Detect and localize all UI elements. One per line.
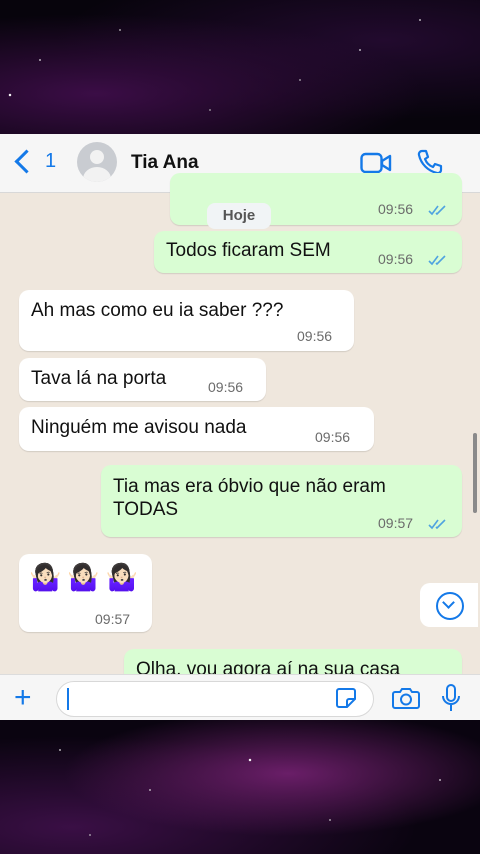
microphone-icon[interactable] [440,683,462,713]
message-input-bar: + [0,674,480,720]
message-bubble-incoming[interactable]: Ninguém me avisou nada 09:56 [19,407,374,451]
message-time: 09:56 [315,429,351,445]
sticker-icon[interactable] [335,687,357,709]
message-emoji: 🤷🏻‍♀️🤷🏻‍♀️🤷🏻‍♀️ [29,562,145,592]
chat-messages: 09:56 Hoje Todos ficaram SEM 09:56 Ah ma… [0,173,480,693]
camera-icon[interactable] [392,686,420,710]
back-unread-count: 1 [45,150,57,172]
video-call-icon[interactable] [360,152,392,174]
message-time: 09:56 [378,251,414,267]
message-time: 09:56 [378,201,414,217]
back-button[interactable]: 1 [12,149,57,174]
avatar-head [90,150,104,164]
message-time: 09:56 [297,328,333,344]
background-bottom [0,720,480,854]
avatar[interactable] [77,142,117,182]
message-bubble-incoming[interactable]: 🤷🏻‍♀️🤷🏻‍♀️🤷🏻‍♀️ 09:57 [19,554,152,632]
date-pill: Hoje [207,203,271,229]
contact-name[interactable]: Tia Ana [131,152,199,174]
background-top [0,0,480,134]
message-text: Ah mas como eu ia saber ??? [31,300,284,321]
phone-call-icon[interactable] [416,148,444,176]
plus-icon[interactable]: + [14,683,32,713]
scrollbar[interactable] [473,433,477,513]
message-bubble-outgoing[interactable]: Tia mas era óbvio que não eram TODAS 09:… [101,465,462,537]
read-ticks-icon [428,205,446,216]
whatsapp-chat-screen: 1 Tia Ana 09:56 Hoje Todos ficaram SEM 0… [0,134,480,720]
message-time: 09:56 [208,379,244,395]
message-text: Ninguém me avisou nada [31,417,247,438]
message-text: Todos ficaram SEM [166,240,331,261]
message-text: Tava lá na porta [31,368,167,389]
message-text: Tia mas era óbvio que não eram TODAS [113,476,386,520]
message-input[interactable] [56,681,374,717]
scroll-down-button[interactable] [420,583,478,627]
message-time: 09:57 [95,611,131,627]
message-bubble-incoming[interactable]: Tava lá na porta 09:56 [19,358,266,401]
message-bubble-incoming[interactable]: Ah mas como eu ia saber ??? 09:56 [19,290,354,351]
message-time: 09:57 [378,515,414,531]
read-ticks-icon [428,255,446,266]
read-ticks-icon [428,519,446,530]
back-chevron-icon [14,149,39,174]
message-bubble-outgoing[interactable]: Todos ficaram SEM 09:56 [154,231,462,273]
text-cursor [67,688,69,710]
avatar-body [83,167,111,182]
